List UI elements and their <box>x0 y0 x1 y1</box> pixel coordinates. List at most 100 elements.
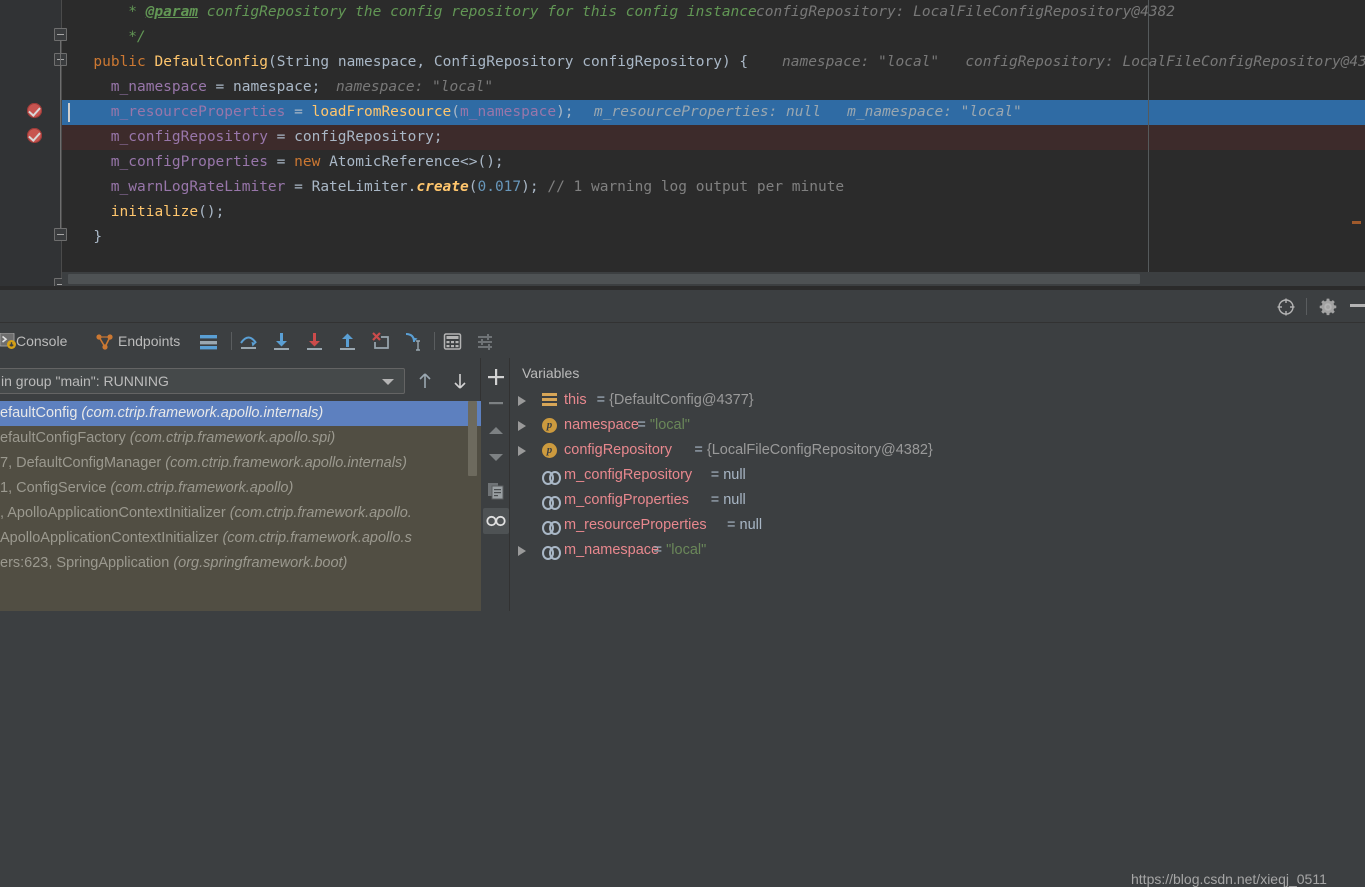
variable-value-wrap: = {LocalFileConfigRepository@4382} <box>694 438 932 463</box>
frame-list-item[interactable]: ApolloApplicationContextInitializer (com… <box>0 526 481 551</box>
gear-icon[interactable] <box>1318 297 1338 317</box>
expand-triangle-icon[interactable] <box>518 396 526 406</box>
run-to-cursor-button[interactable] <box>403 331 424 352</box>
step-out-button[interactable] <box>337 331 358 352</box>
field-icon <box>542 543 561 560</box>
add-watch-button[interactable] <box>485 366 507 388</box>
frame-list-item[interactable]: 7, DefaultConfigManager (com.ctrip.frame… <box>0 451 481 476</box>
prev-frame-button[interactable] <box>415 371 435 391</box>
variable-row[interactable]: this = {DefaultConfig@4377} <box>510 388 1365 413</box>
breakpoint-icon[interactable] <box>27 103 42 118</box>
code-line[interactable]: m_configRepository = configRepository; <box>62 125 1365 150</box>
watches-toolbar[interactable] <box>481 358 510 611</box>
code-text: m_namespace = namespace; <box>110 79 321 95</box>
variable-equals: = <box>596 392 610 408</box>
copy-value-button[interactable] <box>485 480 507 502</box>
thread-selector[interactable]: in group "main": RUNNING <box>0 368 405 394</box>
variable-value-wrap: = null <box>711 463 746 488</box>
field-icon <box>542 468 561 485</box>
next-frame-button[interactable] <box>450 371 470 391</box>
code-text: m_resourceProperties = loadFromResource(… <box>110 104 574 120</box>
variable-row[interactable]: p configRepository = {LocalFileConfigRepo… <box>510 438 1365 463</box>
frames-scrollbar-thumb[interactable] <box>468 401 477 476</box>
variable-row[interactable]: p namespace = "local" <box>510 413 1365 438</box>
variable-row[interactable]: m_namespace = "local" <box>510 538 1365 563</box>
variable-value-wrap: = null <box>711 488 746 513</box>
code-line[interactable]: */ <box>62 25 1365 50</box>
object-icon <box>542 393 558 409</box>
frames-pane: in group "main": RUNNING efaultConfig (c… <box>0 358 481 611</box>
variable-value-wrap: = "local" <box>637 413 690 438</box>
code-line[interactable]: m_configProperties = new AtomicReference… <box>62 150 1365 175</box>
debug-tool-window: Console Endpoints in group "main": RUNNI… <box>0 290 1365 887</box>
frame-list-item[interactable]: 1, ConfigService (com.ctrip.framework.ap… <box>0 476 481 501</box>
code-line[interactable]: initialize(); <box>62 200 1365 225</box>
frame-method: 7, DefaultConfigManager <box>0 455 166 471</box>
variable-value-wrap: = "local" <box>654 538 707 563</box>
settings-list-button[interactable] <box>475 331 496 352</box>
drop-frame-button[interactable] <box>370 331 391 352</box>
param-icon: p <box>542 418 558 434</box>
code-line[interactable]: m_warnLogRateLimiter = RateLimiter.creat… <box>62 175 1365 200</box>
header-separator <box>1306 298 1307 315</box>
variable-value: null <box>739 517 763 533</box>
expand-triangle-icon[interactable] <box>518 421 526 431</box>
step-over-button[interactable] <box>238 331 259 352</box>
variable-name: namespace <box>564 417 639 433</box>
tab-endpoints[interactable]: Endpoints <box>96 330 180 352</box>
frame-list-item[interactable]: , ApolloApplicationContextInitializer (c… <box>0 501 481 526</box>
thread-selector-label: in group "main": RUNNING <box>1 373 169 389</box>
code-line[interactable]: * @param configRepository the config rep… <box>62 0 1365 25</box>
variable-name: m_configProperties <box>564 492 689 508</box>
code-line[interactable]: m_namespace = namespace; namespace: "loca… <box>62 75 1365 100</box>
move-watch-down-button[interactable] <box>485 446 507 468</box>
code-line[interactable]: } <box>62 225 1365 250</box>
frame-method: ers:623, SpringApplication <box>0 555 174 571</box>
code-editor[interactable]: * @param configRepository the config rep… <box>0 0 1365 290</box>
show-execution-point-button[interactable] <box>198 331 219 352</box>
frame-package: (com.ctrip.framework.apollo.spi) <box>129 430 336 446</box>
editor-hscrollbar-thumb[interactable] <box>68 274 1140 284</box>
remove-watch-button[interactable] <box>485 392 507 414</box>
camera-settings-icon[interactable] <box>1276 297 1296 317</box>
frame-list-item[interactable]: ers:623, SpringApplication (org.springfr… <box>0 551 481 576</box>
frame-list-item[interactable]: efaultConfig (com.ctrip.framework.apollo… <box>0 401 481 426</box>
expand-triangle-icon[interactable] <box>518 446 526 456</box>
debug-toolbar[interactable]: Console Endpoints <box>0 323 1365 358</box>
expand-triangle-icon[interactable] <box>518 546 526 556</box>
variables-title: Variables <box>522 365 580 381</box>
code-lines[interactable]: * @param configRepository the config rep… <box>62 0 1365 290</box>
frame-package: (com.ctrip.framework.apollo.internals) <box>165 455 407 471</box>
frame-method: efaultConfig <box>0 405 82 421</box>
frames-list[interactable]: efaultConfig (com.ctrip.framework.apollo… <box>0 401 481 611</box>
error-stripe-marker[interactable] <box>1352 221 1361 224</box>
code-line[interactable]: m_resourceProperties = loadFromResource(… <box>62 100 1365 125</box>
editor-gutter[interactable] <box>0 0 67 290</box>
variable-name: this <box>564 392 587 408</box>
frame-package: (org.springframework.boot) <box>173 555 348 571</box>
variable-row[interactable]: m_configProperties = null <box>510 488 1365 513</box>
code-text: public DefaultConfig(String namespace, C… <box>93 54 749 70</box>
move-watch-up-button[interactable] <box>485 420 507 442</box>
variable-value-wrap: = {DefaultConfig@4377} <box>597 388 754 413</box>
variable-row[interactable]: m_resourceProperties = null <box>510 513 1365 538</box>
variable-equals: = <box>637 417 650 433</box>
toggle-watches-button[interactable] <box>485 510 507 532</box>
chevron-down-icon[interactable] <box>382 379 394 385</box>
evaluate-expression-button[interactable] <box>442 331 463 352</box>
variable-row[interactable]: m_configRepository = null <box>510 463 1365 488</box>
variables-list[interactable]: this = {DefaultConfig@4377} p namespace = … <box>510 388 1365 611</box>
frame-method: efaultConfigFactory <box>0 430 130 446</box>
variable-equals: = <box>710 467 724 483</box>
tab-console[interactable]: Console <box>0 330 67 352</box>
toolbar-separator <box>231 332 232 350</box>
breakpoint-icon[interactable] <box>27 128 42 143</box>
frame-package: (com.ctrip.framework.apollo.internals) <box>81 405 324 421</box>
frame-list-item[interactable]: efaultConfigFactory (com.ctrip.framework… <box>0 426 481 451</box>
step-into-button[interactable] <box>271 331 292 352</box>
force-step-into-button[interactable] <box>304 331 325 352</box>
minimize-icon[interactable] <box>1350 304 1365 307</box>
code-line[interactable]: public DefaultConfig(String namespace, C… <box>62 50 1365 75</box>
frame-method: , ApolloApplicationContextInitializer <box>0 505 230 521</box>
variable-name: m_configRepository <box>564 467 693 483</box>
